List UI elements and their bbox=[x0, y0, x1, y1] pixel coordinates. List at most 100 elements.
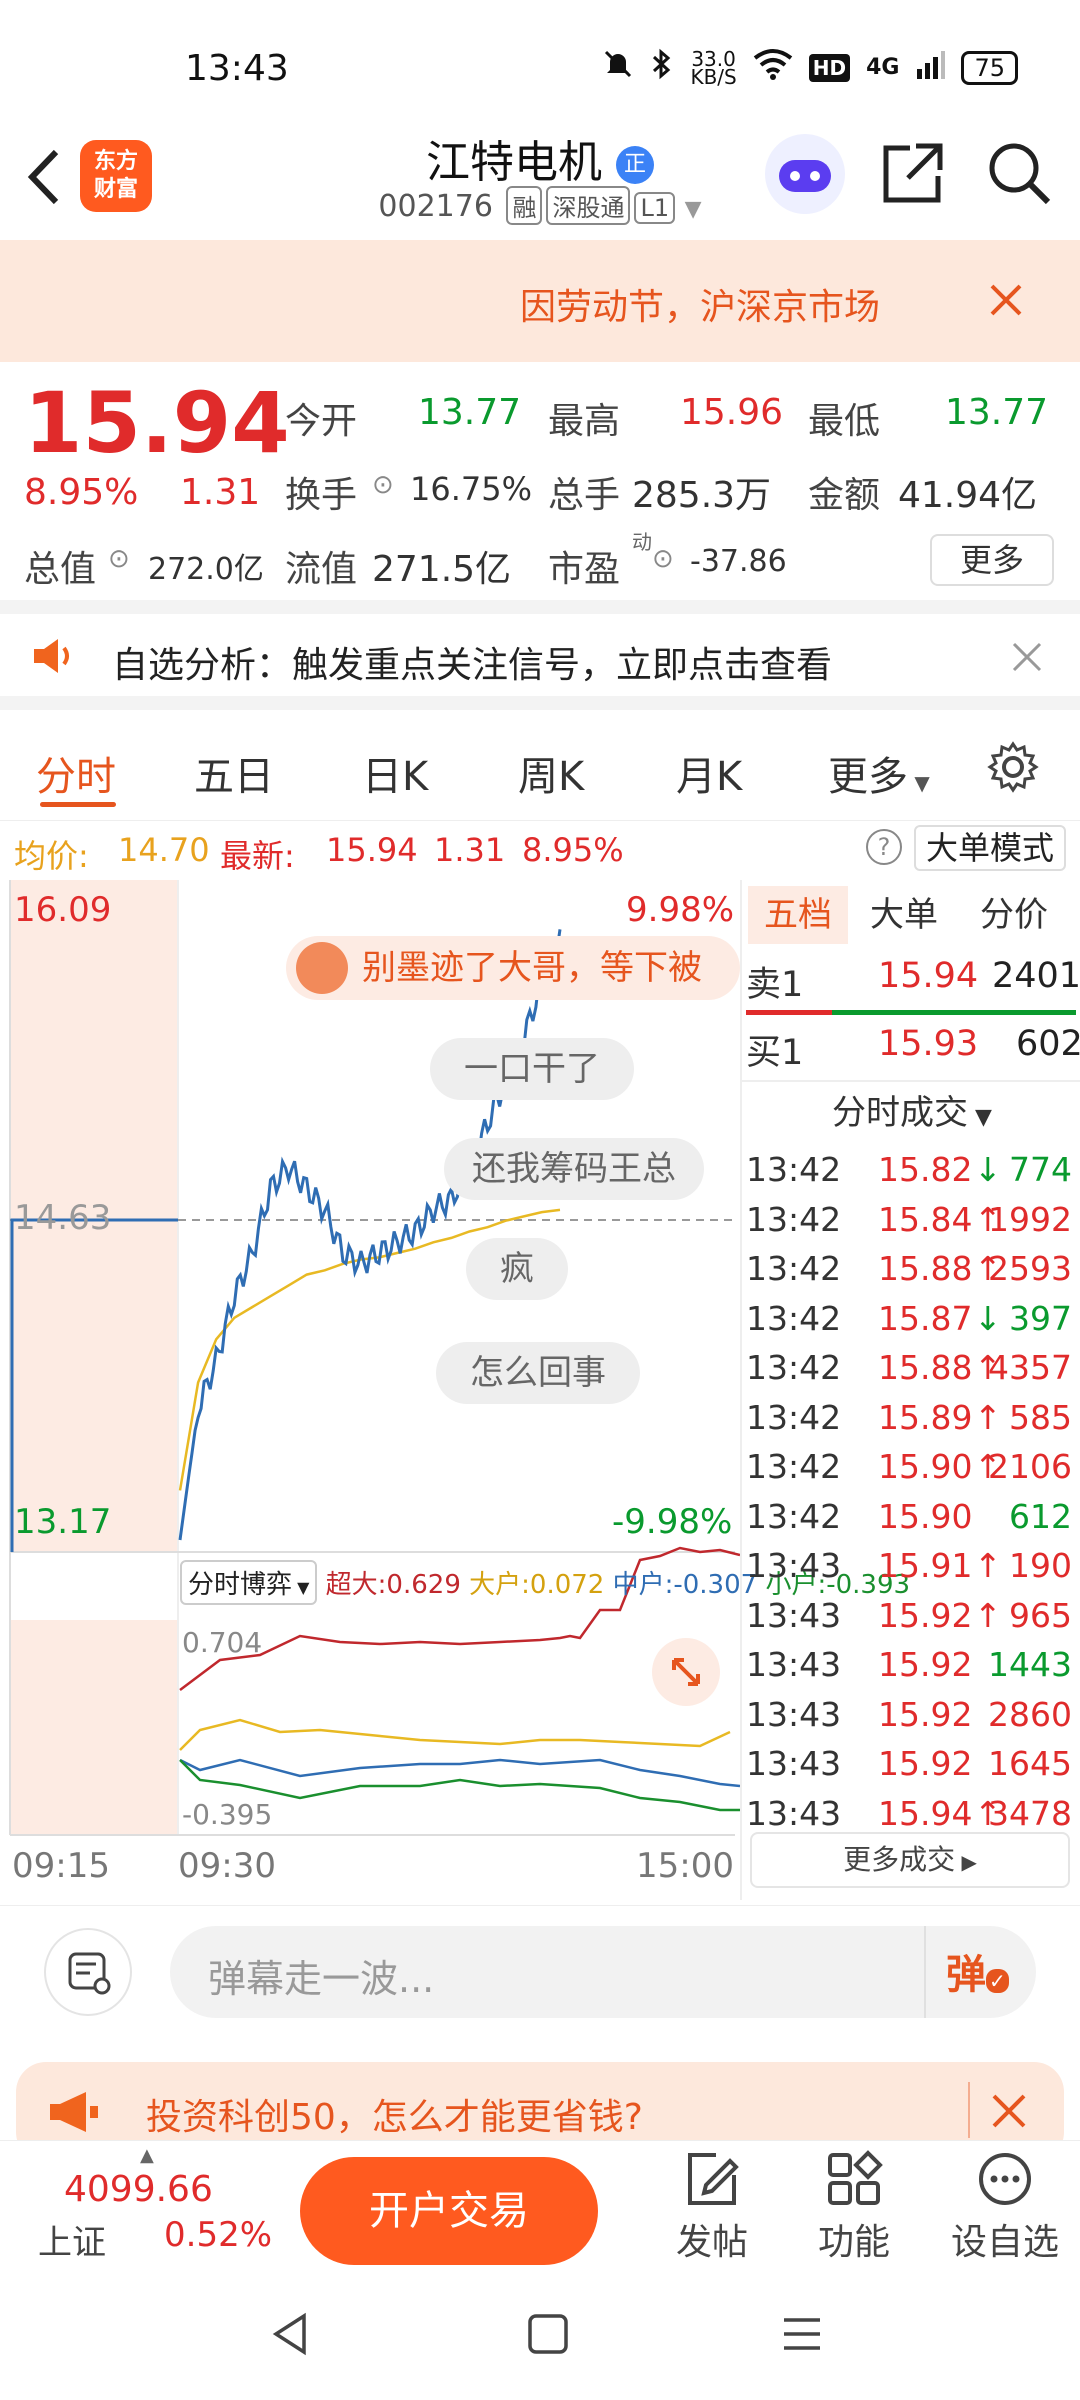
turnover-info-icon[interactable]: ⊙ bbox=[372, 470, 394, 500]
x-label-close: 15:00 bbox=[636, 1846, 734, 1886]
trades-header[interactable]: 分时成交 ▼ bbox=[742, 1080, 1080, 1144]
status-icons: 33.0 KB/S HD 4G 75 bbox=[602, 48, 1018, 87]
trade-row: 13:43 15.92 1645 bbox=[742, 1740, 1080, 1790]
trade-price: 15.82 bbox=[878, 1150, 973, 1189]
verified-badge: 正 bbox=[616, 146, 654, 184]
mktcap-info-icon[interactable]: ⊙ bbox=[108, 544, 130, 574]
bid-ask-ratio-bar bbox=[746, 1010, 1076, 1015]
close-analysis-icon[interactable] bbox=[1010, 640, 1044, 678]
trade-price: 15.84 bbox=[878, 1199, 973, 1239]
danmaku-input[interactable]: 弹幕走一波... 弹 ✓ bbox=[170, 1926, 1036, 2018]
trade-volume: 4357 bbox=[988, 1348, 1072, 1387]
trade-price: 15.89 bbox=[878, 1397, 973, 1437]
big-line bbox=[179, 1718, 731, 1751]
trade-row: 13:42 15.90 ↑ 2106 bbox=[742, 1443, 1080, 1493]
index-widget[interactable]: ▲ 4099.66 上证 0.52% bbox=[30, 2145, 272, 2265]
pct-min-label: -9.98% bbox=[612, 1502, 733, 1542]
trade-arrow: ↓ bbox=[974, 1298, 1002, 1338]
tab-five-day[interactable]: 五日 bbox=[194, 744, 274, 802]
danmaku-send-button[interactable]: 弹 ✓ bbox=[946, 1942, 1009, 2000]
pe-info-icon[interactable]: ⊙ bbox=[652, 544, 674, 574]
trade-time: 13:42 bbox=[746, 1447, 842, 1486]
float-value: 271.5亿 bbox=[372, 549, 512, 590]
help-icon[interactable]: ? bbox=[866, 829, 902, 865]
amount-value: 41.94亿 bbox=[898, 475, 1038, 516]
tab-more[interactable]: 更多 ▼ bbox=[828, 744, 930, 802]
danmaku-bubble[interactable]: 疯 bbox=[466, 1238, 568, 1300]
capital-flow-selector[interactable]: 分时博弈 ▼ bbox=[180, 1560, 318, 1605]
trade-price: 15.88 bbox=[878, 1348, 973, 1387]
change-amount: 1.31 bbox=[180, 472, 261, 513]
danmaku-bubble[interactable]: 别墨迹了大哥，等下被 bbox=[286, 936, 740, 1000]
share-icon[interactable] bbox=[880, 140, 946, 210]
trade-row: 13:42 15.88 ↑ 2593 bbox=[742, 1245, 1080, 1295]
nav-function[interactable]: 功能 bbox=[804, 2141, 904, 2271]
speed-unit: KB/S bbox=[690, 64, 737, 89]
latest-value: 15.94 bbox=[326, 831, 418, 869]
bid-ratio bbox=[832, 1010, 1076, 1015]
trade-price: 15.92 bbox=[878, 1595, 973, 1635]
promo-text: 投资科创50，怎么才能更省钱? bbox=[146, 2097, 643, 2138]
tab-five-level[interactable]: 五档 bbox=[748, 886, 848, 944]
trade-time: 13:43 bbox=[746, 1595, 842, 1635]
trade-row: 13:42 15.88 ↑ 4357 bbox=[742, 1344, 1080, 1394]
tab-price-dist[interactable]: 分价 bbox=[980, 886, 1048, 944]
super-large-value: 超大:0.629 bbox=[325, 1570, 461, 1600]
stock-header: 东方 财富 江特电机 正 002176 融深股通 L1 ▼ bbox=[0, 120, 1080, 240]
y-mid-label: 14.63 bbox=[14, 1198, 112, 1238]
grid-icon bbox=[828, 2150, 883, 2205]
robot-assistant-icon[interactable] bbox=[765, 134, 845, 214]
big-order-mode-button[interactable]: 大单模式 bbox=[914, 825, 1067, 871]
danmaku-bubble[interactable]: 一口干了 bbox=[430, 1038, 634, 1100]
tab-intraday[interactable]: 分时 bbox=[36, 744, 116, 802]
volume-value: 285.3万 bbox=[632, 475, 772, 516]
settings-gear-icon[interactable] bbox=[986, 740, 1040, 798]
trade-row: 13:42 15.82 ↓ 774 bbox=[742, 1146, 1080, 1196]
medium-value: 中户:-0.307 bbox=[612, 1570, 758, 1600]
danmaku-settings-icon[interactable] bbox=[44, 1928, 132, 2016]
trade-row: 13:43 15.91 ↑ 190 bbox=[742, 1542, 1080, 1592]
system-menu-icon[interactable] bbox=[780, 2314, 824, 2358]
mktcap-label: 总值 bbox=[24, 549, 97, 590]
nav-post-label: 发帖 bbox=[675, 2222, 748, 2263]
latest-pct: 8.95% bbox=[522, 831, 624, 869]
chart-tabs: 分时 五日 日K 周K 月K 更多 ▼ bbox=[0, 724, 1080, 814]
notice-banner[interactable]: 因劳动节，沪深京市场 bbox=[0, 240, 1080, 362]
pct-max-label: 9.98% bbox=[626, 890, 735, 930]
signal-icon bbox=[915, 49, 946, 86]
close-banner-icon[interactable] bbox=[986, 280, 1026, 324]
system-back-icon[interactable] bbox=[268, 2310, 312, 2362]
trade-volume: 585 bbox=[1009, 1397, 1072, 1437]
nav-post[interactable]: 发帖 bbox=[662, 2141, 762, 2271]
trades-list: 13:42 15.82 ↓ 774 13:42 15.84 ↑ 1992 13:42 15.88 ↑… bbox=[742, 1146, 1080, 1833]
tab-big-order[interactable]: 大单 bbox=[870, 886, 938, 944]
book-tabs: 五档 大单 分价 bbox=[742, 880, 1080, 948]
tab-weekly-k[interactable]: 周K bbox=[518, 744, 584, 802]
trade-volume: 2593 bbox=[988, 1249, 1072, 1288]
danmaku-bubble[interactable]: 怎么回事 bbox=[436, 1342, 640, 1404]
buy1-volume: 602 bbox=[1016, 1024, 1080, 1064]
tab-monthly-k[interactable]: 月K bbox=[676, 744, 742, 802]
low-label: 最低 bbox=[808, 401, 881, 442]
cow-avatar-icon bbox=[296, 942, 348, 994]
network-type: 4G bbox=[866, 55, 900, 80]
nav-function-label: 功能 bbox=[817, 2222, 890, 2263]
analysis-bar[interactable]: 自选分析：触发重点关注信号，立即点击查看 bbox=[0, 600, 1080, 710]
search-icon[interactable] bbox=[986, 140, 1052, 210]
nav-add-favorite[interactable]: 设自选 bbox=[940, 2141, 1070, 2271]
dropdown-icon[interactable]: ▼ bbox=[685, 197, 702, 222]
more-trades-button[interactable]: 更多成交 ▶ bbox=[750, 1832, 1070, 1888]
trades-title: 分时成交 bbox=[832, 1093, 969, 1133]
danmaku-bubble[interactable]: 还我筹码王总 bbox=[444, 1138, 704, 1200]
system-home-icon[interactable] bbox=[526, 2312, 570, 2360]
open-account-trade-button[interactable]: 开户交易 bbox=[300, 2157, 598, 2265]
tab-daily-k[interactable]: 日K bbox=[362, 744, 428, 802]
expand-icon[interactable] bbox=[652, 1638, 720, 1706]
close-promo-icon[interactable] bbox=[990, 2092, 1028, 2134]
trade-volume: 397 bbox=[1009, 1298, 1072, 1338]
speaker-icon bbox=[30, 636, 78, 680]
tab-more-label: 更多 bbox=[828, 754, 908, 800]
intraday-chart[interactable]: 16.09 14.63 13.17 9.98% -9.98% 别墨迹了大哥，等下… bbox=[0, 880, 910, 1900]
more-quote-button[interactable]: 更多 bbox=[930, 534, 1054, 586]
current-price: 15.94 bbox=[24, 374, 290, 472]
